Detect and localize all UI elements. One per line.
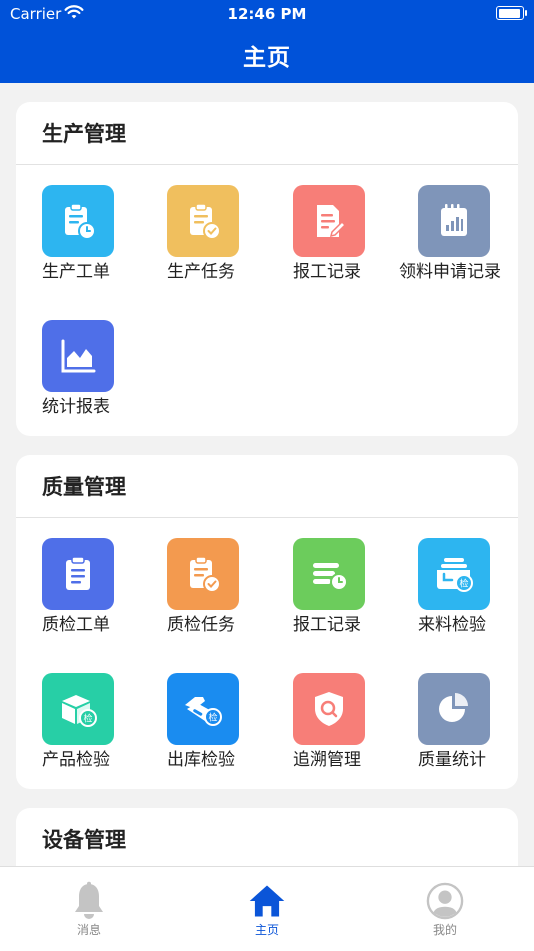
tile-label: 追溯管理 bbox=[293, 750, 361, 770]
tab-messages[interactable]: 消息 bbox=[0, 867, 178, 951]
tile-production-order[interactable]: 生产工单 bbox=[16, 185, 141, 295]
tile-label: 产品检验 bbox=[42, 750, 110, 770]
incoming-inspect-icon: 检 bbox=[418, 538, 490, 610]
pie-chart-icon bbox=[418, 673, 490, 745]
header: Carrier 12:46 PM 主页 bbox=[0, 0, 534, 83]
tile-product-inspection[interactable]: 检 产品检验 bbox=[16, 673, 141, 783]
home-icon bbox=[248, 879, 286, 921]
tile-report-record[interactable]: 报工记录 bbox=[267, 185, 392, 295]
tile-incoming-inspection[interactable]: 检 来料检验 bbox=[392, 538, 517, 648]
area-chart-icon bbox=[42, 320, 114, 392]
status-bar: Carrier 12:46 PM bbox=[0, 0, 534, 28]
document-edit-icon bbox=[293, 185, 365, 257]
clipboard-list-icon bbox=[42, 538, 114, 610]
tile-material-request-record[interactable]: 领料申请记录 bbox=[392, 185, 517, 295]
tab-bar: 消息 主页 我的 bbox=[0, 866, 534, 951]
divider bbox=[16, 517, 518, 518]
shield-search-icon bbox=[293, 673, 365, 745]
section-title: 生产管理 bbox=[42, 122, 126, 146]
tile-quality-statistics[interactable]: 质量统计 bbox=[392, 673, 517, 783]
tile-label: 质量统计 bbox=[418, 750, 486, 770]
section-title: 质量管理 bbox=[42, 475, 126, 499]
clipboard-clock-icon bbox=[42, 185, 114, 257]
tile-production-task[interactable]: 生产任务 bbox=[141, 185, 266, 295]
tile-qc-order[interactable]: 质检工单 bbox=[16, 538, 141, 648]
tile-label: 生产工单 bbox=[42, 262, 110, 282]
box-inspect-icon: 检 bbox=[42, 673, 114, 745]
tab-label: 消息 bbox=[76, 923, 101, 937]
section-quality: 质量管理 质检工单 质检任务 报工记录 检 来料检验 检 产品检验 检 出库检验… bbox=[16, 455, 518, 789]
stack-clock-icon bbox=[293, 538, 365, 610]
battery-icon bbox=[496, 6, 527, 20]
svg-text:检: 检 bbox=[208, 712, 217, 724]
tab-label: 我的 bbox=[432, 923, 457, 937]
truck-inspect-icon: 检 bbox=[167, 673, 239, 745]
page-title: 主页 bbox=[243, 45, 291, 71]
tile-label: 质检任务 bbox=[167, 615, 235, 635]
section-title: 设备管理 bbox=[42, 828, 126, 852]
tile-qc-report-record[interactable]: 报工记录 bbox=[267, 538, 392, 648]
tile-traceability[interactable]: 追溯管理 bbox=[267, 673, 392, 783]
clipboard-check-icon bbox=[167, 185, 239, 257]
tile-label: 质检工单 bbox=[42, 615, 110, 635]
tab-mine[interactable]: 我的 bbox=[356, 867, 534, 951]
section-production: 生产管理 生产工单 生产任务 报工记录 领料申请记录 统计报表 bbox=[16, 102, 518, 436]
tile-label: 报工记录 bbox=[293, 262, 361, 282]
tile-qc-task[interactable]: 质检任务 bbox=[141, 538, 266, 648]
notepad-chart-icon bbox=[418, 185, 490, 257]
tile-label: 统计报表 bbox=[42, 397, 110, 417]
clock: 12:46 PM bbox=[227, 5, 307, 23]
tile-label: 出库检验 bbox=[167, 750, 235, 770]
svg-text:检: 检 bbox=[459, 578, 468, 590]
tile-label: 领料申请记录 bbox=[399, 262, 501, 282]
svg-text:检: 检 bbox=[83, 713, 92, 725]
divider bbox=[16, 164, 518, 165]
tile-statistics-report[interactable]: 统计报表 bbox=[16, 320, 141, 430]
tab-label: 主页 bbox=[254, 923, 279, 937]
clipboard-check-icon bbox=[167, 538, 239, 610]
user-avatar-icon bbox=[426, 879, 464, 921]
tile-label: 来料检验 bbox=[418, 615, 486, 635]
tile-label: 生产任务 bbox=[167, 262, 235, 282]
tab-home[interactable]: 主页 bbox=[178, 867, 356, 951]
bell-icon bbox=[70, 879, 108, 921]
tile-label: 报工记录 bbox=[293, 615, 361, 635]
tile-outbound-inspection[interactable]: 检 出库检验 bbox=[141, 673, 266, 783]
